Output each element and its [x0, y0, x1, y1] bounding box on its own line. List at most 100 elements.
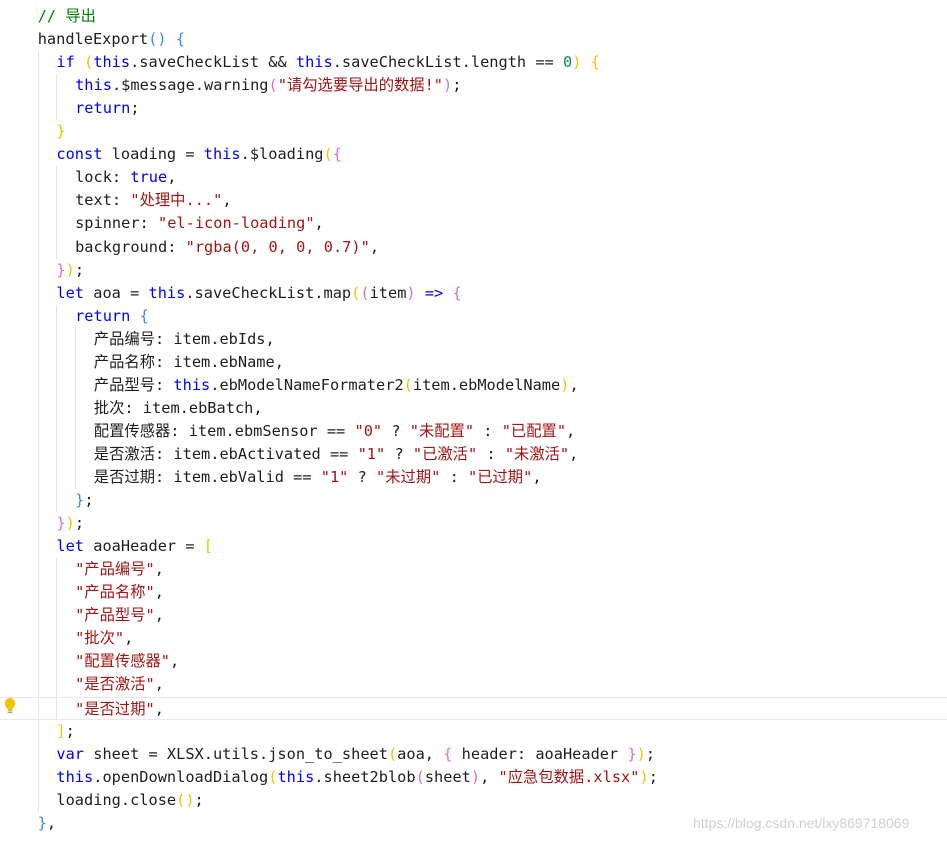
code-token: ) — [65, 260, 75, 279]
code-token: ; — [84, 491, 94, 510]
code-token: , — [170, 652, 180, 671]
code-line[interactable]: handleExport() { — [0, 28, 947, 51]
code-line[interactable]: }); — [0, 259, 947, 282]
code-token: if — [56, 53, 75, 72]
code-line[interactable]: "产品名称", — [0, 581, 947, 604]
lightbulb-icon[interactable] — [3, 697, 17, 715]
code-token: "未过期" — [376, 468, 441, 486]
code-token: => — [424, 283, 444, 302]
code-token: "el-icon-loading" — [157, 214, 315, 233]
code-line[interactable]: 产品型号: this.ebModelNameFormater2(item.ebM… — [0, 374, 947, 397]
code-token: "配置传感器" — [75, 652, 170, 671]
code-token: : — [477, 444, 505, 463]
code-token: item — [369, 283, 407, 302]
code-line[interactable]: return; — [0, 97, 947, 120]
code-token: "应急包数据.xlsx" — [498, 767, 640, 786]
code-token: ; — [452, 76, 462, 95]
code-line[interactable]: if (this.saveCheckList && this.saveCheck… — [0, 51, 947, 74]
code-line[interactable]: let aoaHeader = [ — [0, 535, 947, 558]
code-token: 配置传感器: item.ebmSensor == — [93, 421, 355, 440]
code-token: .saveCheckList.length == — [332, 53, 563, 72]
code-token: let — [56, 537, 85, 556]
code-line[interactable]: var sheet = XLSX.utils.json_to_sheet(aoa… — [0, 743, 947, 766]
code-line[interactable]: text: "处理中...", — [0, 189, 947, 212]
code-line[interactable]: let aoa = this.saveCheckList.map((item) … — [0, 282, 947, 305]
code-line[interactable]: }; — [0, 489, 947, 512]
code-token: "产品编号" — [75, 560, 155, 579]
code-token: header: aoaHeader — [452, 744, 628, 763]
code-line[interactable]: }); — [0, 512, 947, 535]
code-token: , — [480, 767, 499, 786]
code-token: return — [75, 99, 131, 118]
code-line[interactable]: lock: true, — [0, 166, 947, 189]
code-token: "请勾选要导出的数据!" — [277, 76, 444, 95]
code-token: // 导出 — [37, 7, 96, 25]
code-line[interactable]: "产品编号", — [0, 558, 947, 581]
code-line[interactable]: 是否激活: item.ebActivated == "1" ? "已激活" : … — [0, 443, 947, 466]
code-token: ( — [84, 53, 94, 72]
code-line[interactable]: "批次", — [0, 627, 947, 650]
code-line[interactable]: const loading = this.$loading({ — [0, 143, 947, 166]
code-token: , — [154, 675, 164, 694]
code-line[interactable]: 配置传感器: item.ebmSensor == "0" ? "未配置" : "… — [0, 420, 947, 443]
code-token: this — [295, 53, 333, 72]
code-token: .$loading — [240, 145, 324, 164]
code-editor[interactable]: // 导出 handleExport() {if (this.saveCheckL… — [0, 0, 947, 843]
code-token: , — [46, 813, 57, 832]
code-token: 是否激活: item.ebActivated == — [93, 444, 358, 463]
code-token: 产品名称: item.ebName, — [93, 352, 284, 371]
code-line[interactable]: "是否过期", — [0, 696, 947, 720]
code-line[interactable]: 批次: item.ebBatch, — [0, 397, 947, 420]
code-line[interactable]: this.$message.warning("请勾选要导出的数据!"); — [0, 74, 947, 97]
code-token: this — [148, 283, 186, 302]
code-token: 0 — [562, 53, 573, 72]
code-line[interactable]: spinner: "el-icon-loading", — [0, 212, 947, 235]
code-line[interactable]: loading.close(); — [0, 789, 947, 812]
code-line[interactable]: 产品名称: item.ebName, — [0, 351, 947, 374]
code-line[interactable]: this.openDownloadDialog(this.sheet2blob(… — [0, 766, 947, 789]
code-token: , — [124, 629, 134, 648]
code-token: , — [569, 375, 579, 394]
code-line[interactable]: "产品型号", — [0, 604, 947, 627]
code-line[interactable]: return { — [0, 305, 947, 328]
code-token: .sheet2blob — [314, 767, 416, 786]
code-token: , — [167, 168, 177, 187]
code-token: "已过期" — [468, 468, 533, 486]
code-token: , — [566, 421, 576, 440]
code-token: , — [154, 606, 164, 625]
code-token: this — [75, 76, 112, 95]
code-line[interactable]: } — [0, 120, 947, 143]
code-token: () — [176, 790, 195, 809]
code-line[interactable]: background: "rgba(0, 0, 0, 0.7)", — [0, 236, 947, 259]
code-token: } — [56, 122, 66, 141]
code-token: item.ebModelName — [412, 375, 561, 394]
code-token: this — [203, 145, 241, 164]
code-token: , — [569, 444, 579, 463]
code-token: "rgba(0, 0, 0, 0.7)" — [185, 237, 370, 256]
code-line[interactable]: // 导出 — [0, 5, 947, 28]
code-line[interactable]: "是否激活", — [0, 673, 947, 696]
code-token: ? — [348, 468, 377, 486]
code-line[interactable]: "配置传感器", — [0, 650, 947, 673]
code-token: ) — [65, 514, 75, 533]
code-token: aoa, — [397, 744, 444, 763]
code-token: var — [56, 744, 85, 763]
code-token: , — [369, 237, 380, 256]
code-token: "批次" — [75, 629, 125, 648]
code-token: ) — [470, 767, 481, 786]
code-line[interactable]: 产品编号: item.ebIds, — [0, 328, 947, 351]
code-token: "处理中..." — [130, 191, 223, 210]
code-token: .openDownloadDialog — [93, 767, 269, 786]
code-token: aoaHeader = — [84, 537, 204, 556]
code-token: ( — [403, 375, 413, 394]
code-line[interactable]: ]; — [0, 720, 947, 743]
code-token: loading.close — [56, 790, 177, 809]
code-token: 产品编号: item.ebIds, — [93, 329, 275, 348]
code-line[interactable]: 是否过期: item.ebValid == "1" ? "未过期" : "已过期… — [0, 466, 947, 489]
code-token: "是否激活" — [75, 675, 155, 694]
code-token: , — [154, 583, 164, 602]
